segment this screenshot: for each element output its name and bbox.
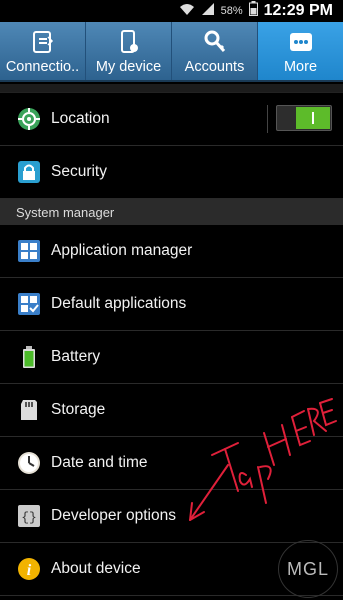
signal-icon xyxy=(201,2,215,21)
developer-braces-icon: {} xyxy=(16,503,42,529)
setting-label: Application manager xyxy=(51,242,193,259)
watermark-text: MGL xyxy=(286,558,329,579)
wifi-icon xyxy=(179,2,195,21)
tab-my-device[interactable]: My device xyxy=(86,22,172,80)
setting-application-manager[interactable]: Application manager xyxy=(0,225,343,278)
section-header-partial xyxy=(0,84,343,93)
svg-text:{}: {} xyxy=(21,510,37,525)
tab-accounts[interactable]: Accounts xyxy=(172,22,258,80)
setting-default-applications[interactable]: Default applications xyxy=(0,278,343,331)
settings-tab-bar: Connectio.. My device Accounts More xyxy=(0,22,343,82)
default-apps-icon xyxy=(16,291,42,317)
svg-text:i: i xyxy=(27,562,32,579)
tab-label: My device xyxy=(95,59,162,75)
clock-icon xyxy=(16,450,42,476)
setting-security[interactable]: Security xyxy=(0,146,343,199)
tab-label: Connectio.. xyxy=(5,59,80,75)
tap-here-annotation xyxy=(180,395,340,535)
my-device-icon xyxy=(115,28,143,56)
tab-connections[interactable]: Connectio.. xyxy=(0,22,86,80)
setting-label: Default applications xyxy=(51,295,187,312)
connections-icon xyxy=(29,28,57,56)
setting-label: About device xyxy=(51,560,141,577)
setting-battery[interactable]: Battery xyxy=(0,331,343,384)
tab-more[interactable]: More xyxy=(258,22,343,80)
apps-grid-icon xyxy=(16,238,42,264)
status-bar: 58% 12:29 PM xyxy=(0,0,343,22)
status-time: 12:29 PM xyxy=(263,2,333,19)
location-toggle-area xyxy=(267,105,332,133)
storage-card-icon xyxy=(16,397,42,423)
setting-label: Battery xyxy=(51,348,101,365)
setting-label: Developer options xyxy=(51,507,176,524)
lock-icon xyxy=(16,159,42,185)
setting-label: Location xyxy=(51,110,110,127)
setting-label: Security xyxy=(51,163,107,180)
battery-icon xyxy=(248,1,258,21)
accounts-icon xyxy=(201,28,229,56)
tab-label: More xyxy=(283,59,318,75)
battery-setting-icon xyxy=(16,344,42,370)
setting-location[interactable]: Location xyxy=(0,93,343,146)
setting-label: Storage xyxy=(51,401,106,418)
setting-label: Date and time xyxy=(51,454,148,471)
info-icon: i xyxy=(16,556,42,582)
more-icon xyxy=(287,28,315,56)
battery-percent: 58% xyxy=(220,5,243,17)
location-toggle[interactable] xyxy=(276,105,332,131)
section-header-system-manager: System manager xyxy=(0,199,343,225)
location-icon xyxy=(16,106,42,132)
tab-label: Accounts xyxy=(184,59,245,75)
toggle-knob xyxy=(296,107,330,129)
mgl-watermark: MGL xyxy=(278,540,338,598)
